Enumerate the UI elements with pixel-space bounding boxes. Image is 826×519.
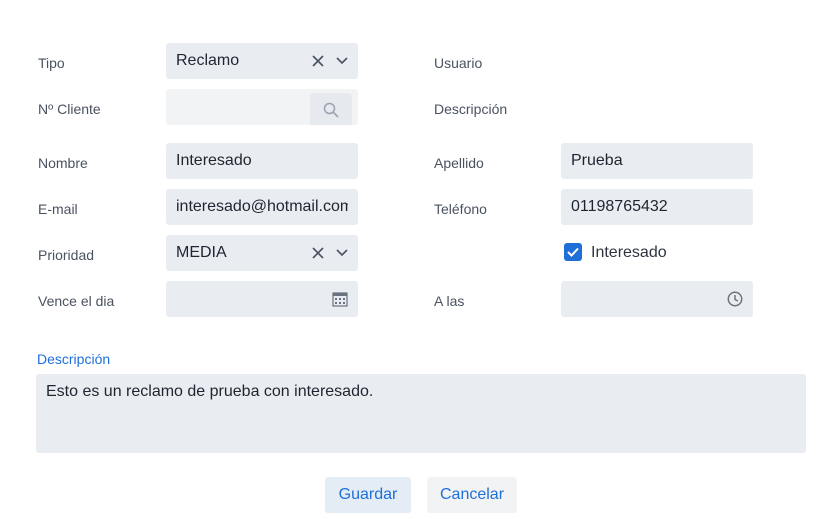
check-icon	[567, 247, 579, 257]
chevron-down-icon[interactable]	[336, 57, 348, 65]
cliente-label: Nº Cliente	[38, 101, 101, 117]
cancel-button[interactable]: Cancelar	[427, 477, 517, 513]
prioridad-select[interactable]: MEDIA	[166, 235, 358, 271]
telefono-field[interactable]: 01198765432	[561, 189, 753, 225]
usuario-label: Usuario	[434, 55, 483, 71]
descripcion-textarea[interactable]: Esto es un reclamo de prueba con interes…	[36, 374, 806, 453]
nombre-label: Nombre	[38, 155, 88, 171]
nombre-value: Interesado	[176, 152, 252, 169]
descripcion-label: Descripción	[37, 351, 111, 367]
vence-label: Vence el dia	[38, 293, 115, 309]
nombre-field[interactable]: Interesado	[166, 143, 358, 179]
interesado-checkbox[interactable]	[564, 243, 582, 261]
email-label: E-mail	[38, 201, 78, 217]
a-las-label: A las	[434, 293, 465, 309]
vence-date-field[interactable]	[166, 281, 358, 317]
prioridad-value: MEDIA	[176, 244, 227, 261]
apellido-field[interactable]: Prueba	[561, 143, 753, 179]
descripcion-right-label: Descripción	[434, 101, 508, 117]
telefono-label: Teléfono	[434, 201, 487, 217]
chevron-down-icon[interactable]	[336, 249, 348, 257]
a-las-time-field[interactable]	[561, 281, 753, 317]
search-button[interactable]	[310, 93, 352, 125]
interesado-checkbox-label[interactable]: Interesado	[591, 244, 667, 262]
apellido-value: Prueba	[571, 152, 623, 169]
email-value: interesado@hotmail.com	[176, 198, 348, 215]
email-field[interactable]: interesado@hotmail.com	[166, 189, 358, 225]
tipo-value: Reclamo	[176, 52, 240, 69]
clear-icon[interactable]	[312, 247, 324, 259]
calendar-icon[interactable]	[332, 291, 348, 307]
save-button[interactable]: Guardar	[325, 477, 411, 513]
tipo-select[interactable]: Reclamo	[166, 43, 358, 79]
telefono-value: 01198765432	[571, 198, 668, 215]
cliente-field[interactable]	[166, 89, 358, 125]
clear-icon[interactable]	[312, 55, 324, 67]
search-icon	[323, 102, 339, 118]
clock-icon[interactable]	[727, 291, 743, 307]
tipo-label: Tipo	[38, 55, 65, 71]
prioridad-label: Prioridad	[38, 247, 95, 263]
apellido-label: Apellido	[434, 155, 484, 171]
